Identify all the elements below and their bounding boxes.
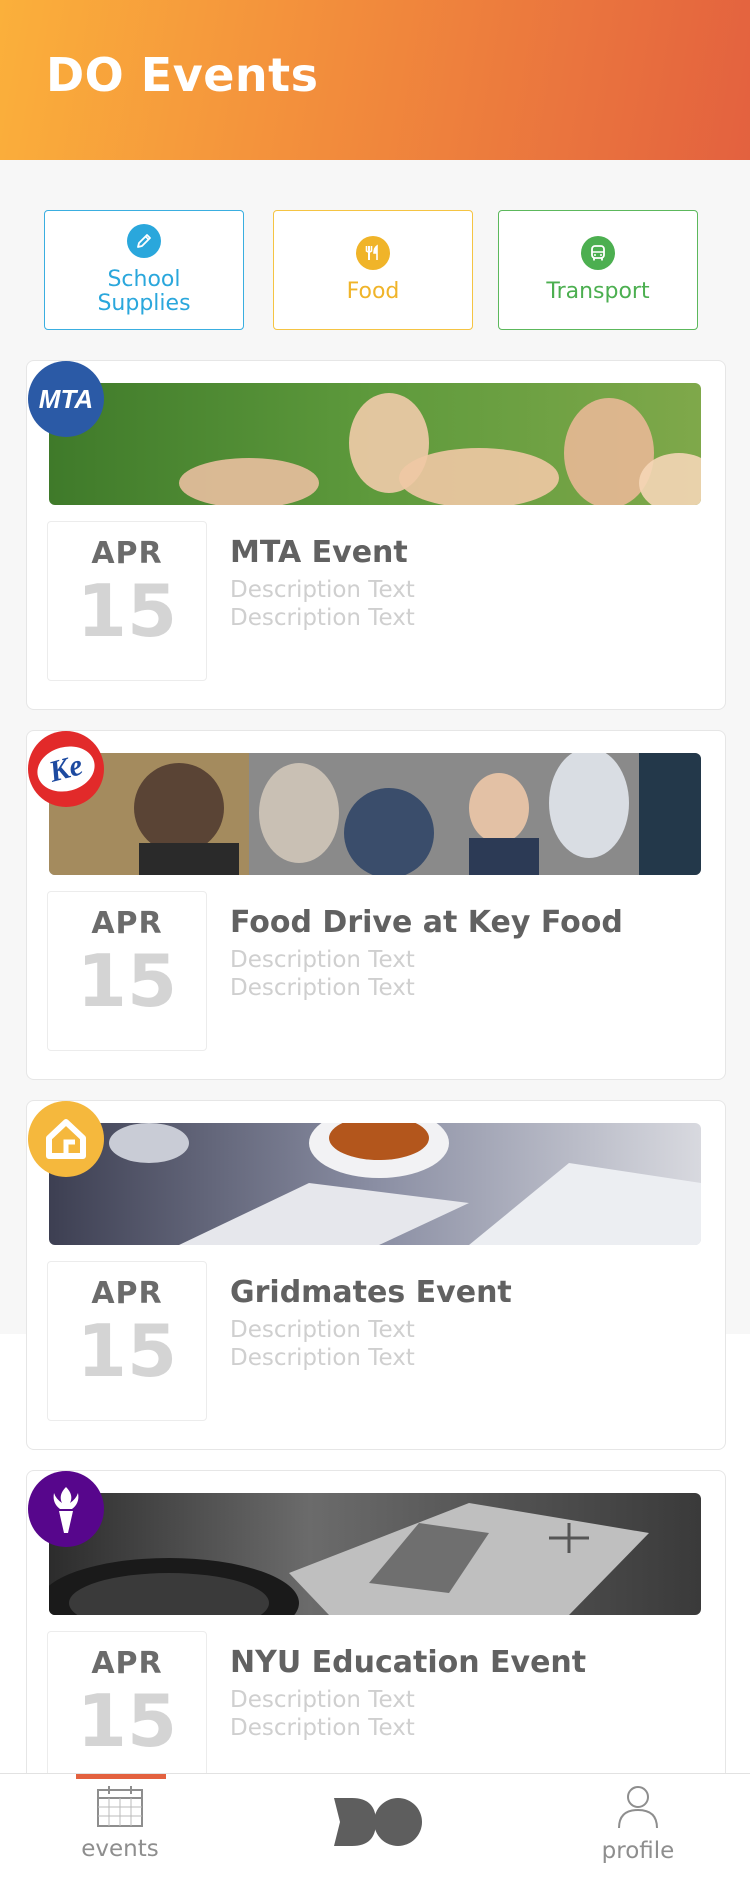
date-day: 15 — [76, 569, 178, 653]
gridmates-logo — [28, 1101, 104, 1177]
date-day: 15 — [76, 1309, 178, 1393]
date-month: APR — [91, 906, 163, 941]
logo-text: Ke — [45, 748, 87, 789]
date-box: APR 15 — [47, 521, 207, 681]
do-logo-button[interactable] — [330, 1794, 426, 1850]
date-month: APR — [91, 1646, 163, 1681]
category-transport-button[interactable]: Transport — [498, 210, 698, 330]
bottom-navigation: events profile — [0, 1773, 750, 1878]
event-description: Description Text — [230, 605, 415, 631]
event-description: Description Text — [230, 975, 415, 1001]
event-description: Description Text — [230, 1345, 415, 1371]
event-description: Description Text — [230, 577, 415, 603]
date-box: APR 15 — [47, 891, 207, 1051]
event-image — [49, 1493, 701, 1615]
date-box: APR 15 — [47, 1631, 207, 1791]
header-bar: DO Events — [0, 0, 750, 160]
event-card-gridmates[interactable]: APR 15 Gridmates Event Description Text … — [26, 1100, 726, 1450]
event-description: Description Text — [230, 947, 415, 973]
date-day: 15 — [76, 1679, 178, 1763]
event-title: Food Drive at Key Food — [230, 905, 623, 940]
category-food-button[interactable]: Food — [273, 210, 473, 330]
category-label-line1: School — [107, 267, 181, 292]
nav-profile-tab[interactable]: profile — [578, 1784, 698, 1864]
event-card-nyu[interactable]: APR 15 NYU Education Event Description T… — [26, 1470, 726, 1820]
torch-icon — [53, 1487, 79, 1533]
utensils-icon — [356, 236, 390, 270]
nyu-torch-logo — [28, 1471, 104, 1547]
category-label: Food — [346, 279, 400, 304]
category-label: Transport — [546, 279, 650, 304]
nav-events-tab[interactable]: events — [60, 1784, 180, 1862]
event-title: MTA Event — [230, 535, 408, 570]
app-root: DO Events School Supplies Food Transport… — [0, 0, 750, 1878]
category-school-supplies-button[interactable]: School Supplies — [44, 210, 244, 330]
event-description: Description Text — [230, 1317, 415, 1343]
category-label-line2: Supplies — [97, 291, 191, 316]
nav-events-label: events — [81, 1836, 159, 1862]
event-title: Gridmates Event — [230, 1275, 512, 1310]
nav-profile-label: profile — [601, 1838, 675, 1864]
event-image — [49, 383, 701, 505]
do-logo-icon — [334, 1798, 422, 1846]
event-card-mta[interactable]: MTA APR 15 MTA Event Description Text De… — [26, 360, 726, 710]
event-description: Description Text — [230, 1715, 415, 1741]
house-icon — [46, 1119, 86, 1159]
mta-logo: MTA — [28, 361, 104, 437]
key-food-logo: Ke — [28, 731, 104, 807]
date-month: APR — [91, 536, 163, 571]
logo-text: MTA — [38, 383, 94, 414]
page-title: DO Events — [46, 48, 319, 102]
event-card-key-food[interactable]: Ke APR 15 Food Drive at Key Food Descrip… — [26, 730, 726, 1080]
pencil-icon — [127, 224, 161, 258]
date-day: 15 — [76, 939, 178, 1023]
event-title: NYU Education Event — [230, 1645, 587, 1680]
bus-icon — [581, 236, 615, 270]
event-image — [49, 753, 701, 875]
person-icon — [618, 1786, 658, 1829]
event-description: Description Text — [230, 1687, 415, 1713]
calendar-icon — [97, 1786, 143, 1827]
date-month: APR — [91, 1276, 163, 1311]
category-label: School Supplies — [97, 268, 190, 316]
date-box: APR 15 — [47, 1261, 207, 1421]
active-tab-indicator — [76, 1774, 166, 1779]
event-image — [49, 1123, 701, 1245]
